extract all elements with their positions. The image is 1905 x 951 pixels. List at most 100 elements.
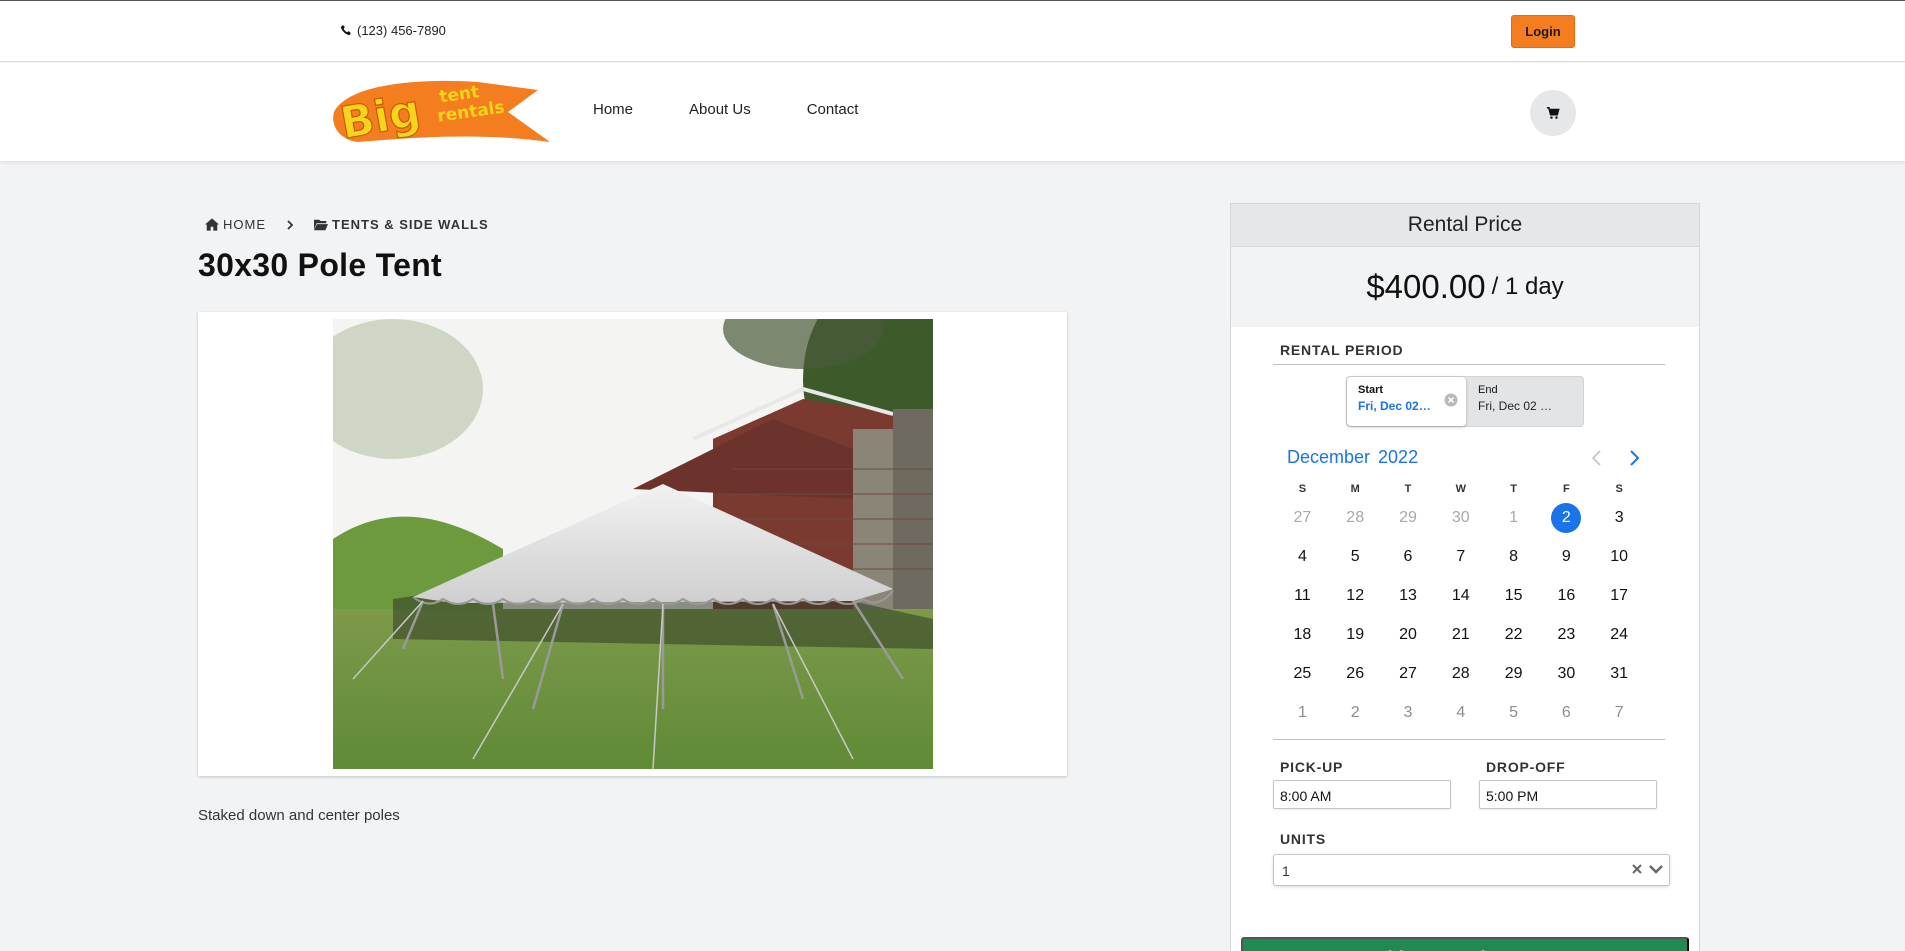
calendar-day-selected[interactable]: 2: [1540, 502, 1593, 533]
calendar-day[interactable]: 4: [1434, 704, 1487, 722]
calendar-day[interactable]: 6: [1540, 704, 1593, 722]
rental-price-panel: Rental Price $400.00 / 1 day RENTAL PERI…: [1230, 203, 1700, 951]
nav-contact[interactable]: Contact: [807, 101, 859, 118]
pickup-label: PICK-UP: [1280, 759, 1344, 775]
price-row: $400.00 / 1 day: [1231, 247, 1699, 327]
calendar-day[interactable]: 7: [1593, 704, 1646, 722]
main-nav: Home About Us Contact: [593, 101, 858, 118]
calendar-day[interactable]: 10: [1593, 548, 1646, 566]
calendar-week: 18 19 20 21 22 23 24: [1276, 615, 1646, 654]
phone-icon: [340, 24, 351, 36]
page-title: 30x30 Pole Tent: [198, 247, 443, 283]
breadcrumb-home[interactable]: HOME: [205, 217, 266, 232]
dropoff-label: DROP-OFF: [1486, 759, 1566, 775]
top-utility-bar: (123) 456-7890 Login: [0, 1, 1905, 62]
calendar-day[interactable]: 12: [1329, 587, 1382, 605]
calendar-day[interactable]: 28: [1434, 665, 1487, 683]
calendar-day[interactable]: 11: [1276, 587, 1329, 605]
weekday-sun: S: [1298, 483, 1307, 495]
calendar-day[interactable]: 5: [1329, 548, 1382, 566]
calendar-day[interactable]: 23: [1540, 626, 1593, 644]
weekday-thu: T: [1510, 483, 1517, 495]
calendar-day[interactable]: 27: [1276, 509, 1329, 527]
price-period: / 1 day: [1491, 273, 1564, 300]
calendar-day[interactable]: 14: [1434, 587, 1487, 605]
calendar-weekday-row: S M T W T F S: [1276, 480, 1646, 498]
units-label: UNITS: [1280, 831, 1326, 847]
rental-period-label: RENTAL PERIOD: [1280, 342, 1404, 358]
calendar-day[interactable]: 8: [1487, 548, 1540, 566]
calendar-day[interactable]: 31: [1593, 665, 1646, 683]
end-date-field[interactable]: End Fri, Dec 02 …: [1478, 384, 1552, 413]
chevron-right-icon[interactable]: [1629, 449, 1641, 467]
units-value: 1: [1282, 863, 1290, 879]
chevron-down-icon[interactable]: [1649, 864, 1663, 874]
calendar-day[interactable]: 29: [1487, 665, 1540, 683]
calendar-day[interactable]: 21: [1434, 626, 1487, 644]
calendar-day[interactable]: 13: [1382, 587, 1435, 605]
calendar-day[interactable]: 27: [1382, 665, 1435, 683]
calendar-day[interactable]: 30: [1434, 509, 1487, 527]
calendar-day[interactable]: 9: [1540, 548, 1593, 566]
cart-button[interactable]: [1530, 90, 1576, 136]
calendar-day[interactable]: 6: [1382, 548, 1435, 566]
calendar-day[interactable]: 3: [1593, 509, 1646, 527]
weekday-sat: S: [1615, 483, 1623, 495]
calendar-grid: S M T W T F S 27 28 29 30 1 2 3 4 5 6 7 …: [1276, 480, 1646, 732]
calendar-day[interactable]: 7: [1434, 548, 1487, 566]
pickup-time-input[interactable]: 8:00 AM: [1273, 780, 1451, 809]
calendar-day[interactable]: 2: [1329, 704, 1382, 722]
weekday-wed: W: [1455, 483, 1466, 495]
dropoff-time-input[interactable]: 5:00 PM: [1479, 780, 1657, 809]
date-range-picker: Start Fri, Dec 02… End Fri, Dec 02 …: [1346, 376, 1584, 427]
selected-day-label: 2: [1551, 502, 1582, 533]
calendar-day[interactable]: 18: [1276, 626, 1329, 644]
calendar-week: 1 2 3 4 5 6 7: [1276, 693, 1646, 732]
calendar-day[interactable]: 5: [1487, 704, 1540, 722]
product-description: Staked down and center poles: [198, 807, 400, 824]
product-photo[interactable]: [333, 319, 933, 769]
calendar-day[interactable]: 22: [1487, 626, 1540, 644]
panel-title: Rental Price: [1231, 204, 1699, 247]
calendar-day[interactable]: 1: [1276, 704, 1329, 722]
breadcrumb-home-label: HOME: [223, 217, 266, 232]
price-amount: $400.00: [1366, 268, 1486, 305]
nav-about-us[interactable]: About Us: [689, 101, 751, 118]
calendar-day[interactable]: 20: [1382, 626, 1435, 644]
nav-home[interactable]: Home: [593, 101, 633, 118]
calendar-day[interactable]: 1: [1487, 509, 1540, 527]
calendar-month-year: December 2022: [1287, 447, 1418, 468]
calendar-week: 4 5 6 7 8 9 10: [1276, 537, 1646, 576]
login-button[interactable]: Login: [1511, 15, 1575, 48]
start-date-field[interactable]: Start Fri, Dec 02…: [1347, 377, 1466, 426]
chevron-left-icon[interactable]: [1590, 449, 1602, 467]
folder-open-icon: [314, 219, 328, 231]
weekday-fri: F: [1563, 483, 1570, 495]
big-tent-rentals-logo[interactable]: Big tent rentals: [328, 76, 552, 148]
divider: [1273, 739, 1665, 740]
calendar-day[interactable]: 28: [1329, 509, 1382, 527]
calendar-week: 25 26 27 28 29 30 31: [1276, 654, 1646, 693]
breadcrumb: HOME TENTS & SIDE WALLS: [205, 217, 489, 232]
phone-number[interactable]: (123) 456-7890: [340, 23, 446, 38]
calendar-day[interactable]: 19: [1329, 626, 1382, 644]
breadcrumb-category[interactable]: TENTS & SIDE WALLS: [314, 217, 489, 232]
clear-icon[interactable]: [1444, 393, 1458, 407]
clear-icon[interactable]: [1631, 863, 1643, 875]
calendar-day[interactable]: 3: [1382, 704, 1435, 722]
calendar-day[interactable]: 25: [1276, 665, 1329, 683]
calendar-day[interactable]: 29: [1382, 509, 1435, 527]
home-icon: [205, 218, 219, 231]
units-select[interactable]: 1: [1273, 854, 1670, 886]
add-to-rental-button[interactable]: Add to Rental Request: [1241, 937, 1689, 951]
calendar-day[interactable]: 17: [1593, 587, 1646, 605]
calendar-month[interactable]: December: [1287, 447, 1370, 468]
calendar-day[interactable]: 15: [1487, 587, 1540, 605]
calendar-day[interactable]: 24: [1593, 626, 1646, 644]
site-header: Big tent rentals Home About Us Contact: [0, 63, 1905, 161]
calendar-day[interactable]: 16: [1540, 587, 1593, 605]
calendar-year[interactable]: 2022: [1378, 447, 1418, 468]
calendar-day[interactable]: 26: [1329, 665, 1382, 683]
calendar-day[interactable]: 30: [1540, 665, 1593, 683]
calendar-day[interactable]: 4: [1276, 548, 1329, 566]
